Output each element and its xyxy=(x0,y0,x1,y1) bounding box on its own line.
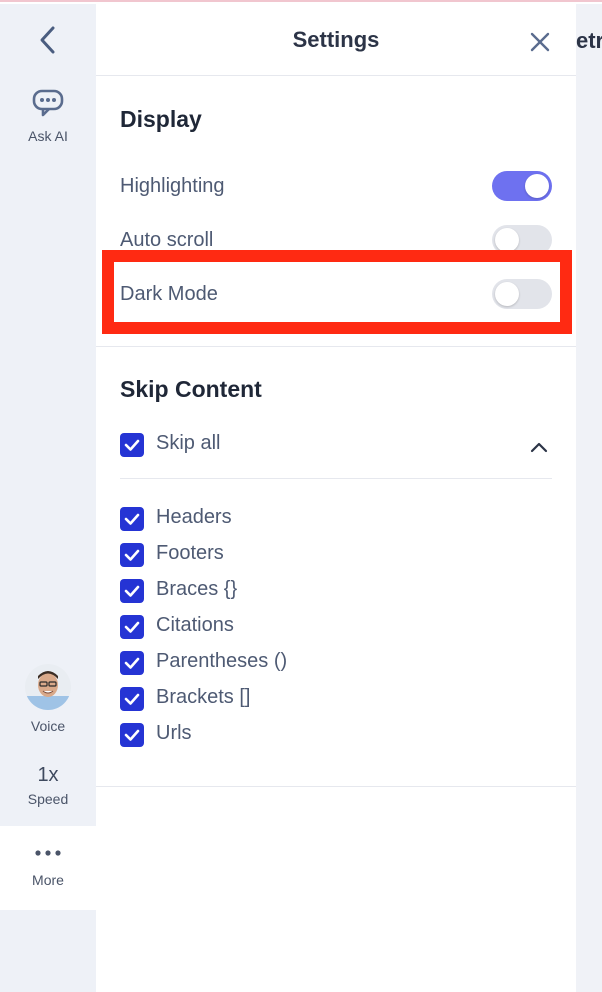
more-label: More xyxy=(32,872,64,888)
skip-item-urls[interactable]: Urls xyxy=(120,720,420,750)
speed-label: Speed xyxy=(27,791,69,807)
checkbox xyxy=(120,543,144,567)
speed-button[interactable]: 1x Speed xyxy=(0,764,96,824)
background-content xyxy=(576,4,602,992)
highlighting-toggle[interactable] xyxy=(492,171,552,201)
chevron-left-icon xyxy=(40,26,55,54)
close-button[interactable] xyxy=(526,28,554,56)
checkmark-icon xyxy=(124,693,140,705)
left-rail: Ask AI Voice 1x Speed More xyxy=(0,4,96,992)
chat-bubble-icon xyxy=(32,89,64,117)
checkmark-icon xyxy=(124,439,140,451)
checkbox xyxy=(120,579,144,603)
skip-item-label: Parentheses () xyxy=(156,650,288,672)
back-button[interactable] xyxy=(0,4,96,76)
speed-value: 1x xyxy=(37,764,59,786)
dark-mode-toggle[interactable] xyxy=(492,279,552,309)
more-button[interactable]: More xyxy=(0,826,96,910)
section-divider xyxy=(96,346,576,347)
bottom-divider xyxy=(96,786,576,787)
skip-item-footers[interactable]: Footers xyxy=(120,540,420,570)
skip-item-braces[interactable]: Braces {} xyxy=(120,576,420,606)
checkmark-icon xyxy=(124,621,140,633)
dark-mode-label: Dark Mode xyxy=(120,283,218,305)
checkmark-icon xyxy=(124,513,140,525)
ask-ai-button[interactable]: Ask AI xyxy=(0,88,96,158)
skip-all-divider xyxy=(120,478,552,479)
checkmark-icon xyxy=(124,729,140,741)
checkmark-icon xyxy=(124,585,140,597)
skip-all-checkbox[interactable]: Skip all xyxy=(120,430,420,460)
settings-panel: Settings Display Highlighting Auto scrol… xyxy=(96,4,576,992)
checkbox xyxy=(120,433,144,457)
auto-scroll-toggle[interactable] xyxy=(492,225,552,255)
chevron-up-icon[interactable] xyxy=(528,436,550,458)
skip-item-label: Headers xyxy=(156,506,232,528)
display-section-title: Display xyxy=(120,106,202,132)
checkbox xyxy=(120,651,144,675)
voice-label: Voice xyxy=(30,718,66,734)
skip-item-label: Urls xyxy=(156,722,192,744)
skip-content-section-title: Skip Content xyxy=(120,376,262,402)
checkmark-icon xyxy=(124,549,140,561)
checkmark-icon xyxy=(124,657,140,669)
skip-item-headers[interactable]: Headers xyxy=(120,504,420,534)
skip-item-label: Footers xyxy=(156,542,224,564)
auto-scroll-row: Auto scroll xyxy=(120,222,552,262)
skip-all-label: Skip all xyxy=(156,432,221,454)
skip-item-brackets[interactable]: Brackets [] xyxy=(120,684,420,714)
highlighting-row: Highlighting xyxy=(120,168,552,208)
auto-scroll-label: Auto scroll xyxy=(120,229,214,251)
toggle-knob xyxy=(495,228,519,252)
close-icon xyxy=(530,32,550,52)
skip-item-citations[interactable]: Citations xyxy=(120,612,420,642)
skip-item-label: Braces {} xyxy=(156,578,238,600)
skip-item-parentheses[interactable]: Parentheses () xyxy=(120,648,420,678)
highlighting-label: Highlighting xyxy=(120,175,225,197)
checkbox xyxy=(120,507,144,531)
toggle-knob xyxy=(525,174,549,198)
skip-item-label: Brackets [] xyxy=(156,686,251,708)
voice-avatar xyxy=(25,664,71,710)
more-dots-icon xyxy=(35,850,61,856)
checkbox xyxy=(120,615,144,639)
checkbox xyxy=(120,687,144,711)
background-text: etr xyxy=(576,28,602,53)
voice-button[interactable]: Voice xyxy=(0,664,96,744)
ask-ai-label: Ask AI xyxy=(28,128,68,144)
panel-header: Settings xyxy=(96,4,576,76)
checkbox xyxy=(120,723,144,747)
toggle-knob xyxy=(495,282,519,306)
page-title: Settings xyxy=(292,27,380,52)
dark-mode-row: Dark Mode xyxy=(120,276,552,316)
skip-item-label: Citations xyxy=(156,614,234,636)
